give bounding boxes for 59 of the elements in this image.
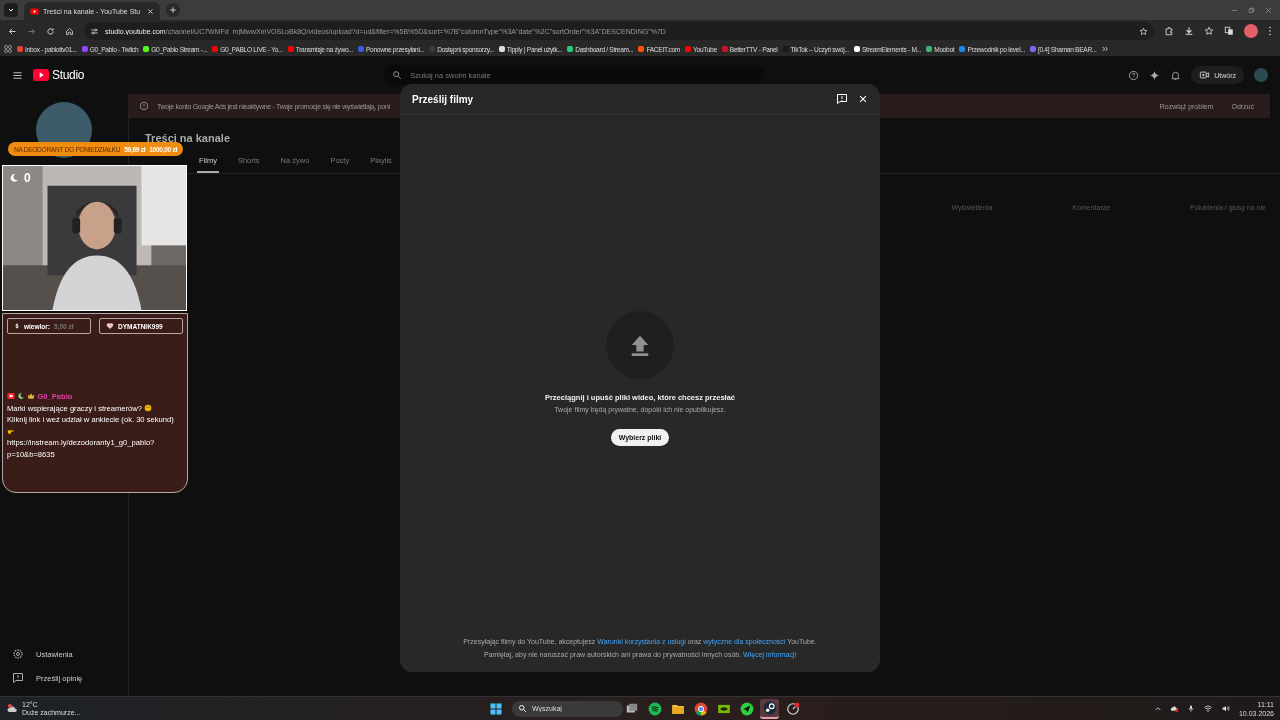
- settings-icon: [12, 648, 24, 660]
- sound-waves-icon: [647, 701, 662, 716]
- emoji-face-icon: [144, 403, 153, 412]
- cloud-icon: [6, 702, 18, 715]
- more-icon[interactable]: [1268, 26, 1272, 36]
- page-title: Treści na kanale: [144, 131, 231, 144]
- site-settings-icon: [90, 26, 99, 36]
- dialog-title: Prześlij filmy: [412, 93, 474, 105]
- cloud-alert-icon[interactable]: [1169, 704, 1179, 713]
- play-icon: [33, 69, 49, 81]
- moon-icon: [9, 173, 19, 183]
- upload-icon: [629, 333, 651, 357]
- windows-stack-icon: [624, 701, 639, 716]
- extensions-icon[interactable]: [1164, 26, 1174, 36]
- moon-badge-icon: [17, 392, 26, 400]
- profile-avatar[interactable]: [1244, 24, 1258, 38]
- microphone-icon[interactable]: [1186, 704, 1195, 713]
- sparkle-icon[interactable]: [1149, 69, 1161, 81]
- youtube-icon: [30, 6, 39, 16]
- restore-icon[interactable]: [1248, 6, 1255, 14]
- camera-badge-icon: [7, 392, 15, 400]
- paper-plane-icon: [739, 701, 754, 716]
- chrome-icon: [693, 701, 708, 716]
- feedback-icon: [12, 672, 24, 684]
- download-icon[interactable]: [1184, 26, 1194, 36]
- menu-icon[interactable]: [12, 69, 23, 81]
- crown-badge-icon: [27, 392, 36, 400]
- help-icon[interactable]: [1128, 69, 1140, 81]
- search-icon: [392, 70, 403, 80]
- new-tab-button[interactable]: [166, 3, 180, 17]
- tab-search-button[interactable]: [4, 3, 18, 17]
- chevron-down-icon: [7, 6, 15, 14]
- star-icon[interactable]: [1139, 26, 1148, 36]
- apps-grid-icon: [4, 45, 12, 53]
- home-icon[interactable]: [65, 26, 74, 36]
- forward-icon[interactable]: [27, 26, 36, 36]
- windows-logo-icon[interactable]: [490, 702, 502, 715]
- warning-icon: [139, 101, 149, 111]
- viewer-counter: 0: [24, 171, 31, 185]
- steam-icon: [762, 700, 777, 715]
- search-icon: [518, 704, 527, 713]
- more-bookmarks-icon[interactable]: [1101, 45, 1110, 53]
- feedback-icon[interactable]: [836, 93, 848, 105]
- studio-logo[interactable]: Studio: [33, 68, 85, 82]
- bookmark-star-icon[interactable]: [1204, 26, 1214, 36]
- chevron-up-icon[interactable]: [1153, 704, 1162, 713]
- volume-icon[interactable]: [1220, 704, 1231, 713]
- bell-icon[interactable]: [1170, 69, 1182, 81]
- gauge-icon: [785, 701, 800, 716]
- reload-icon[interactable]: [46, 26, 55, 36]
- plus-icon: [169, 6, 177, 14]
- video-plus-icon: [1199, 70, 1211, 80]
- translate-icon[interactable]: [1224, 26, 1234, 36]
- logo-text: Studio: [52, 68, 85, 82]
- dollar-icon: [14, 322, 20, 330]
- heart-icon: [106, 322, 114, 330]
- wifi-icon[interactable]: [1202, 704, 1213, 713]
- back-icon[interactable]: [8, 26, 17, 36]
- taskbar-app[interactable]: [760, 698, 779, 719]
